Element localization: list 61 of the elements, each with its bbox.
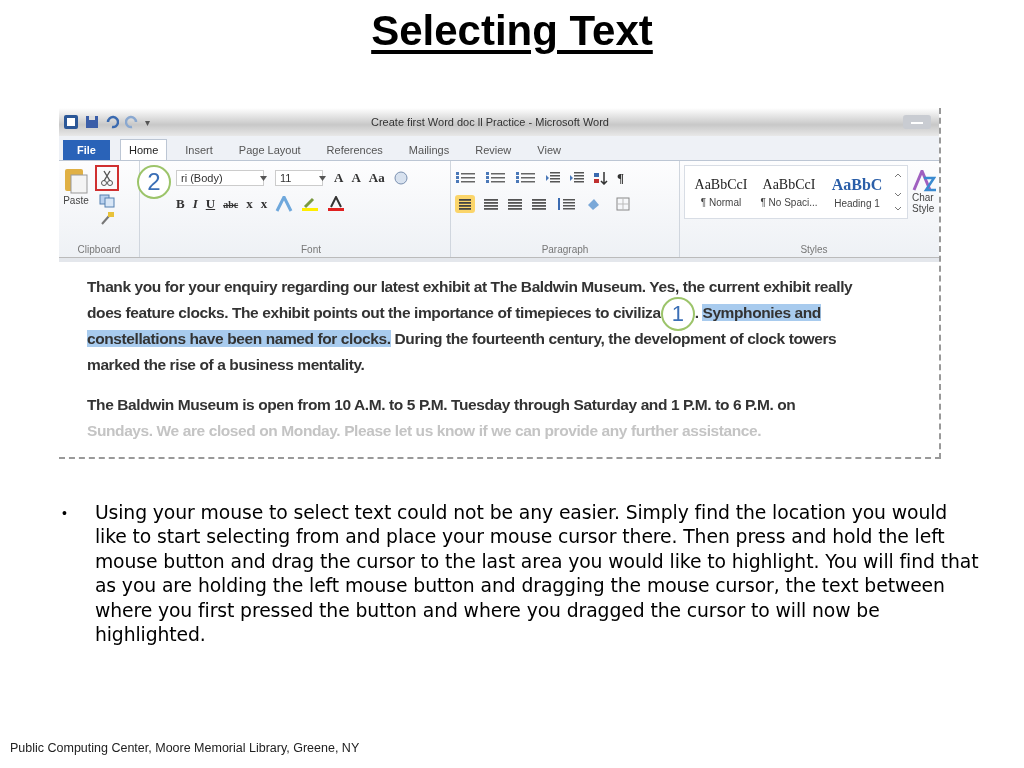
ribbon-tab[interactable]: Home — [119, 139, 168, 160]
change-styles-button[interactable]: Char Style — [912, 170, 936, 214]
align-icon[interactable] — [507, 197, 523, 211]
group-label: Styles — [799, 244, 829, 257]
document-paragraph: Sundays. We are closed on Monday. Please let us know if we can provide any further assistance. — [87, 421, 763, 441]
list-icon[interactable] — [485, 171, 507, 185]
scissors-icon[interactable] — [95, 165, 119, 191]
caret-icon[interactable] — [260, 175, 267, 181]
style-tile[interactable]: AaBbC Heading 1 — [825, 175, 889, 209]
caret-icon[interactable] — [319, 175, 326, 181]
font-tool-button[interactable]: B — [176, 196, 185, 212]
align-left-icon[interactable] — [455, 195, 475, 213]
line-spacing-icon[interactable] — [555, 197, 577, 211]
customize-caret[interactable]: ▾ — [145, 116, 150, 128]
ribbon-tab[interactable]: Page Layout — [230, 140, 309, 160]
indent-icon[interactable] — [545, 171, 561, 185]
window-title: Create first Word doc ll Practice - Microsoft Word — [371, 116, 610, 128]
font-tool-button[interactable]: A — [334, 170, 344, 186]
word-logo-icon — [63, 114, 79, 130]
ribbon-tab[interactable]: File — [63, 140, 110, 160]
font-tool-button[interactable]: Aa — [368, 170, 385, 186]
format-painter-icon[interactable] — [99, 211, 115, 225]
font-tool-button[interactable]: abc — [223, 198, 239, 210]
style-tile[interactable]: AaBbCcI ¶ No Spaci... — [757, 176, 821, 208]
copy-icon[interactable] — [99, 194, 115, 208]
save-icon[interactable] — [85, 115, 99, 129]
sort-icon[interactable] — [593, 171, 609, 185]
font-size-field[interactable]: 11 — [275, 170, 323, 186]
list-icon[interactable] — [515, 171, 537, 185]
slide-title: Selecting Text — [370, 6, 654, 56]
font-tool-button[interactable]: A — [351, 170, 361, 186]
font-name-field[interactable]: ri (Body) — [176, 170, 264, 186]
show-marks-button[interactable]: ¶ — [617, 170, 625, 186]
bullet-marker: • — [62, 504, 67, 523]
font-tool-button[interactable]: U — [205, 196, 216, 212]
font-tool-button[interactable]: x — [246, 196, 253, 212]
align-icon[interactable] — [531, 197, 547, 211]
document-paragraph: The Baldwin Museum is open from 10 A.M. to 5 P.M. Tuesday through Saturday and 1 P.M. to 6 P.M. on — [87, 395, 797, 415]
paste-button[interactable]: Paste — [63, 165, 89, 225]
ribbon-tab[interactable]: References — [318, 140, 391, 160]
style-tile[interactable]: AaBbCcI ¶ Normal — [689, 176, 753, 208]
font-tool-button[interactable]: I — [192, 196, 198, 212]
group-label: Paragraph — [540, 244, 590, 257]
group-label: Clipboard — [76, 244, 122, 257]
font-tool-button[interactable]: x — [260, 196, 268, 212]
list-icon[interactable] — [455, 171, 477, 185]
font-color-icon[interactable] — [327, 196, 346, 212]
callout-number: 1 — [660, 296, 695, 331]
ribbon-tab[interactable]: Insert — [177, 140, 221, 160]
highlighter-icon[interactable] — [301, 196, 320, 212]
footer-text: Public Computing Center, Moore Memorial Library, Greene, NY — [10, 741, 360, 755]
ribbon-tab[interactable]: Mailings — [400, 140, 458, 160]
callout-number: 2 — [137, 165, 171, 199]
ribbon-tab[interactable]: Review — [467, 140, 520, 160]
ribbon-tab[interactable]: View — [529, 140, 569, 160]
undo-icon[interactable] — [105, 115, 119, 129]
align-icon[interactable] — [483, 197, 499, 211]
document-paragraph: Thank you for your enquiry regarding our latest exhibit at The Baldwin Museum. Yes, the current exhibit really does feature clocks. The exhibit points out the importance of timepieces to civiliza 1 . Symphonies and constellations have been named for clocks. During the fourteenth century, the development of clock towers marked the rise of a business mentality. — [87, 277, 854, 375]
group-label: Font — [300, 244, 322, 257]
indent-icon[interactable] — [569, 171, 585, 185]
bullet-text: Using your mouse to select text could not be any easier. Simply find the location you would like to start selecting from and place your mouse cursor there. Then press and hold the left mouse button and drag the cursor to the last area you would like to highlight. You will find that as you are holding the left mouse button and dragging the mouse cursor, the text between where you first pressed the button and where you dragged the cursor to will now be highlighted. — [94, 501, 980, 648]
